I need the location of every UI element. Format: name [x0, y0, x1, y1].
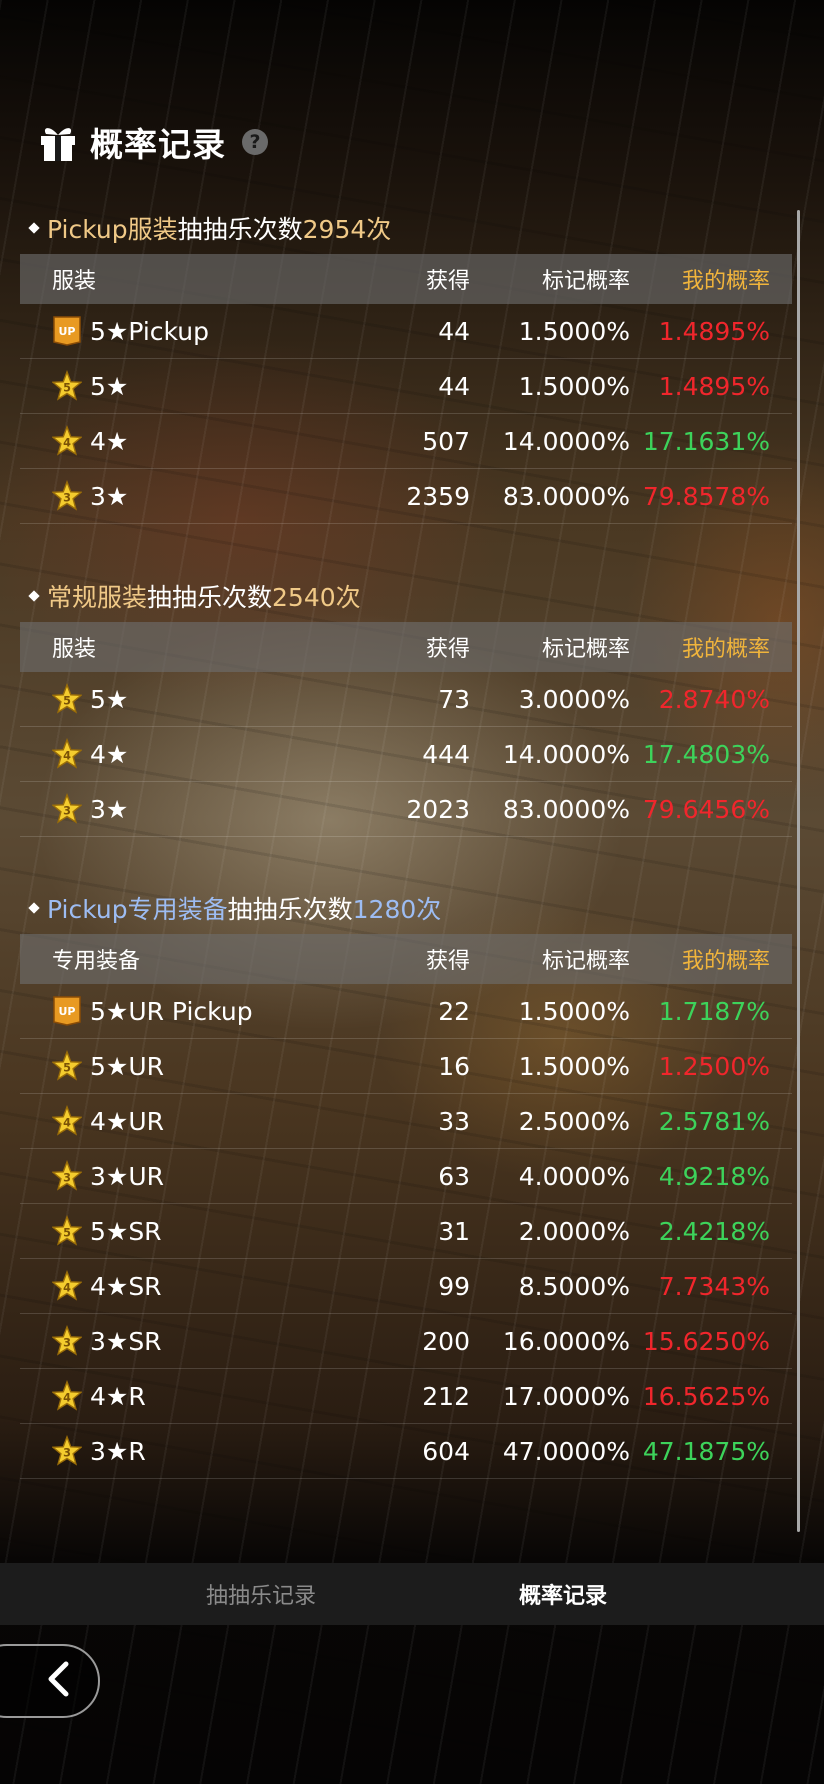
svg-text:5: 5 — [63, 1062, 71, 1075]
svg-text:3: 3 — [63, 1337, 71, 1350]
table-row: 5 5★ 73 3.0000% 2.8740% — [20, 672, 792, 727]
star-4-icon: 4 — [52, 738, 82, 769]
svg-text:5: 5 — [63, 382, 71, 395]
svg-text:4: 4 — [63, 1282, 71, 1295]
table-row: 4 4★ 507 14.0000% 17.1631% — [20, 414, 792, 469]
star-5-icon: 5 — [52, 683, 82, 714]
svg-text:4: 4 — [63, 1392, 71, 1405]
table-row: 4 4★R 212 17.0000% 16.5625% — [20, 1369, 792, 1424]
star-5-icon: 5 — [52, 1215, 82, 1246]
svg-text:3: 3 — [63, 1172, 71, 1185]
bullet-diamond-icon — [28, 590, 40, 602]
svg-text:4: 4 — [63, 750, 71, 763]
table-header: 专用装备 获得 标记概率 我的概率 — [20, 934, 792, 984]
star-3-icon: 3 — [52, 480, 82, 511]
table-row: 3 3★R 604 47.0000% 47.1875% — [20, 1424, 792, 1479]
star-3-icon: 3 — [52, 1435, 82, 1466]
table-row: 5 5★ 44 1.5000% 1.4895% — [20, 359, 792, 414]
section-title: Pickup服装 抽抽乐次数 2954次 — [20, 202, 792, 254]
section-regular-costume: 常规服装 抽抽乐次数 2540次 服装 获得 标记概率 我的概率 5 5★ 73 … — [20, 570, 792, 837]
bullet-diamond-icon — [28, 902, 40, 914]
tab-draw-history[interactable]: 抽抽乐记录 — [0, 1563, 412, 1625]
table-row: 5 5★SR 31 2.0000% 2.4218% — [20, 1204, 792, 1259]
table-header: 服装 获得 标记概率 我的概率 — [20, 254, 792, 304]
tab-probability-record[interactable]: 概率记录 — [412, 1563, 824, 1625]
table-row: 5 5★UR 16 1.5000% 1.2500% — [20, 1039, 792, 1094]
gift-icon — [36, 120, 80, 164]
chevron-left-icon — [44, 1661, 72, 1701]
svg-text:UP: UP — [59, 1005, 76, 1018]
star-4-icon: 4 — [52, 1270, 82, 1301]
table-row: 3 3★ 2023 83.0000% 79.6456% — [20, 782, 792, 837]
star-3-icon: 3 — [52, 1160, 82, 1191]
bottom-tab-bar: 抽抽乐记录 概率记录 — [0, 1563, 824, 1625]
section-pickup-costume: Pickup服装 抽抽乐次数 2954次 服装 获得 标记概率 我的概率 UP 5… — [20, 202, 792, 524]
table-row: UP 5★Pickup 44 1.5000% 1.4895% — [20, 304, 792, 359]
section-title: Pickup专用装备 抽抽乐次数 1280次 — [20, 882, 792, 934]
star-5-icon: 5 — [52, 1050, 82, 1081]
svg-text:5: 5 — [63, 695, 71, 708]
table-row: UP 5★UR Pickup 22 1.5000% 1.7187% — [20, 984, 792, 1039]
table-header: 服装 获得 标记概率 我的概率 — [20, 622, 792, 672]
table-row: 3 3★SR 200 16.0000% 15.6250% — [20, 1314, 792, 1369]
star-5-icon: 5 — [52, 370, 82, 401]
svg-text:3: 3 — [63, 805, 71, 818]
up-badge-icon: UP — [52, 996, 82, 1026]
table-row: 4 4★SR 99 8.5000% 7.7343% — [20, 1259, 792, 1314]
star-4-icon: 4 — [52, 1105, 82, 1136]
section-title: 常规服装 抽抽乐次数 2540次 — [20, 570, 792, 622]
star-3-icon: 3 — [52, 793, 82, 824]
scrollbar[interactable] — [797, 210, 800, 1532]
table-row: 3 3★ 2359 83.0000% 79.8578% — [20, 469, 792, 524]
svg-text:5: 5 — [63, 1227, 71, 1240]
up-badge-icon: UP — [52, 316, 82, 346]
table-row: 3 3★UR 63 4.0000% 4.9218% — [20, 1149, 792, 1204]
star-4-icon: 4 — [52, 425, 82, 456]
page-header: 概率记录 ? — [36, 114, 268, 170]
help-icon[interactable]: ? — [242, 129, 268, 155]
section-pickup-equipment: Pickup专用装备 抽抽乐次数 1280次 专用装备 获得 标记概率 我的概率… — [20, 882, 792, 1479]
bullet-diamond-icon — [28, 222, 40, 234]
table-row: 4 4★ 444 14.0000% 17.4803% — [20, 727, 792, 782]
svg-text:4: 4 — [63, 1117, 71, 1130]
svg-text:UP: UP — [59, 325, 76, 338]
star-4-icon: 4 — [52, 1380, 82, 1411]
table-row: 4 4★UR 33 2.5000% 2.5781% — [20, 1094, 792, 1149]
back-button[interactable] — [0, 1644, 100, 1718]
page-title: 概率记录 — [90, 125, 226, 164]
star-3-icon: 3 — [52, 1325, 82, 1356]
svg-text:3: 3 — [63, 492, 71, 505]
svg-text:4: 4 — [63, 437, 71, 450]
svg-text:3: 3 — [63, 1447, 71, 1460]
